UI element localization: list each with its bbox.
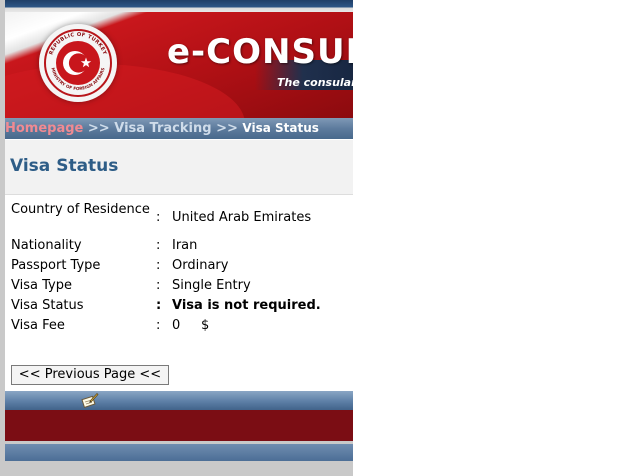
breadcrumb-home-link[interactable]: Homepage [5,121,83,136]
breadcrumb-visa-tracking-link[interactable]: Visa Tracking [114,121,211,136]
detail-label: Visa Type [11,278,72,293]
detail-value: 0 [172,318,181,333]
detail-colon: : [156,318,161,333]
footer-bar [5,391,353,410]
header-banner: REPUBLIC OF TURKEY MINISTRY OF FOREIGN A… [5,0,353,118]
detail-value: United Arab Emirates [172,210,312,225]
pen-and-paper-icon [81,392,99,408]
detail-value: Iran [172,238,198,253]
breadcrumb: Homepage >> Visa Tracking >> Visa Status [5,118,353,139]
previous-page-button[interactable]: << Previous Page << [11,365,169,385]
detail-label: Visa Status [11,298,84,313]
footer-red-band [5,410,353,441]
site-title: e-CONSULA [167,32,353,72]
detail-label: Nationality [11,238,82,253]
detail-label: Visa Fee [11,318,65,333]
breadcrumb-current: Visa Status [242,121,319,135]
ministry-seal-logo: REPUBLIC OF TURKEY MINISTRY OF FOREIGN A… [39,24,117,102]
detail-colon: : [156,278,161,293]
detail-value: Single Entry [172,278,251,293]
crescent-star-icon: REPUBLIC OF TURKEY MINISTRY OF FOREIGN A… [48,32,107,91]
heading-band: Visa Status [5,140,353,195]
footer-edge [5,461,353,476]
browser-frame: REPUBLIC OF TURKEY MINISTRY OF FOREIGN A… [0,0,353,476]
page-title: Visa Status [10,156,119,176]
site-subtitle: The consular of [277,76,353,89]
breadcrumb-separator: >> [87,121,110,136]
detail-value: Ordinary [172,258,229,273]
detail-colon: : [156,238,161,253]
visa-status-value: Visa is not required. [172,298,321,313]
footer-bottom-bar [5,444,353,461]
detail-colon: : [156,298,162,313]
breadcrumb-separator: >> [216,121,238,136]
detail-colon: : [156,210,161,225]
detail-colon: : [156,258,161,273]
fee-currency: $ [201,318,210,333]
detail-label: Country of Residence [11,202,150,217]
detail-label: Passport Type [11,258,101,273]
